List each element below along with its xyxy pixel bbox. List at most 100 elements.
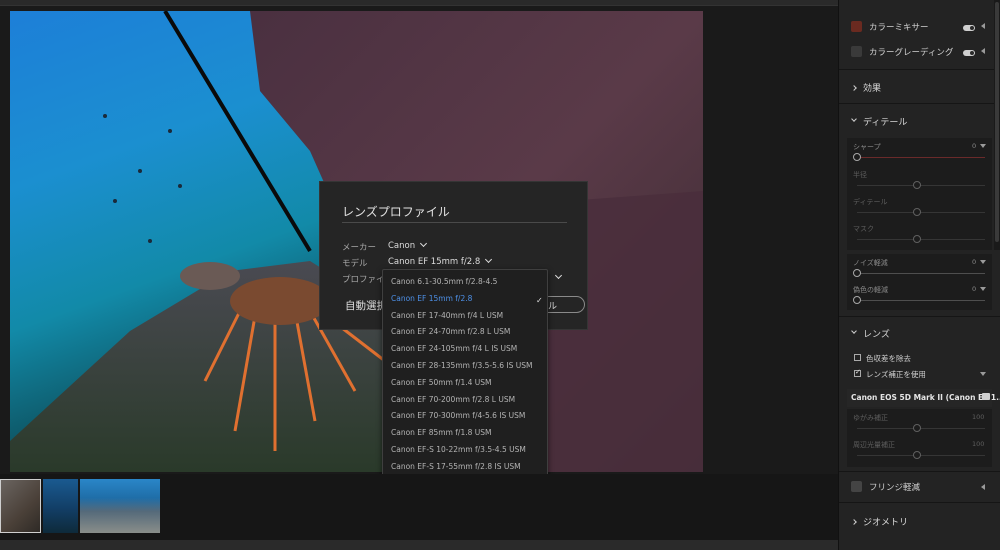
thumbnail[interactable] (43, 479, 78, 533)
dropdown-item[interactable]: Canon EF 24-105mm f/4 L IS USM (391, 344, 517, 353)
dropdown-item[interactable]: Canon EF 70-300mm f/4-5.6 IS USM (391, 411, 525, 420)
edit-panel: カラーミキサー カラーグレーディング 効果 ディテール シャープ 0 半径 ディ… (838, 0, 1000, 550)
vignette-value: 100 (972, 440, 985, 448)
fringe-icon (851, 481, 862, 492)
geometry-section-header[interactable]: ジオメトリ (863, 515, 908, 528)
model-select[interactable]: Canon EF 15mm f/2.8 (388, 255, 493, 267)
color-grading-label[interactable]: カラーグレーディング (869, 46, 953, 58)
collapse-arrow-icon[interactable] (981, 484, 985, 490)
dropdown-item-selected[interactable]: Canon EF 15mm f/2.8 (391, 294, 472, 303)
color-mixer-icon (851, 21, 862, 32)
chevron-right-icon[interactable] (851, 519, 857, 525)
effects-section-header[interactable]: 効果 (863, 81, 881, 94)
remove-ca-label: 色収差を除去 (866, 354, 911, 363)
noise-value[interactable]: 0 (972, 258, 976, 266)
radius-label: 半径 (853, 171, 867, 179)
divider (839, 471, 1000, 472)
chevron-right-icon[interactable] (851, 85, 857, 91)
top-toolbar (0, 0, 838, 6)
color-grading-icon (851, 46, 862, 57)
dropdown-item[interactable]: Canon EF 17-40mm f/4 L USM (391, 311, 503, 320)
check-icon: ✓ (536, 296, 543, 305)
dropdown-item[interactable]: Canon EF 24-70mm f/2.8 L USM (391, 327, 510, 336)
dropdown-arrow-icon[interactable] (980, 260, 986, 264)
model-value: Canon EF 15mm f/2.8 (388, 257, 481, 267)
chevron-down-icon[interactable] (851, 328, 857, 334)
distortion-value: 100 (972, 413, 985, 421)
dropdown-arrow-icon[interactable] (980, 372, 986, 376)
sharpen-label: シャープ (853, 143, 881, 151)
thumbnail-selected[interactable] (0, 479, 41, 533)
camera-profile-label: Canon EOS 5D Mark II (Canon EF 1... (851, 393, 1000, 402)
divider (839, 103, 1000, 104)
sharpen-slider-track[interactable] (857, 157, 985, 158)
color-noise-label: 偽色の軽減 (853, 286, 888, 294)
noise-sliders: ノイズ軽減 0 偽色の軽減 0 (847, 254, 992, 310)
detail-sliders: シャープ 0 半径 ディテール マスク (847, 138, 992, 250)
color-noise-slider-handle[interactable] (853, 296, 861, 304)
dropdown-item[interactable]: Canon EF 85mm f/1.8 USM (391, 428, 492, 437)
dropdown-item[interactable]: Canon EF 50mm f/1.4 USM (391, 378, 492, 387)
dropdown-item[interactable]: Canon EF 70-200mm f/2.8 L USM (391, 395, 515, 404)
enable-profile-checkbox[interactable] (854, 368, 861, 377)
chevron-down-icon (485, 255, 493, 264)
dialog-divider (342, 222, 567, 223)
remove-ca-checkbox[interactable] (854, 354, 861, 361)
thumbnail[interactable] (80, 479, 160, 533)
divider (839, 316, 1000, 317)
dropdown-item[interactable]: Canon EF-S 10-22mm f/3.5-4.5 USM (391, 445, 526, 454)
radius-slider-handle[interactable] (913, 181, 921, 189)
noise-slider-handle[interactable] (853, 269, 861, 277)
chevron-down-icon[interactable] (851, 116, 857, 122)
camera-icon[interactable] (982, 393, 990, 400)
collapse-arrow-icon[interactable] (981, 23, 985, 29)
model-label: モデル (342, 259, 368, 269)
dropdown-arrow-icon[interactable] (980, 287, 986, 291)
sharpen-value[interactable]: 0 (972, 142, 976, 150)
vignette-slider-track[interactable] (857, 455, 985, 456)
noise-label: ノイズ軽減 (853, 259, 888, 267)
dropdown-arrow-icon[interactable] (980, 144, 986, 148)
detail-slider-track[interactable] (857, 212, 985, 213)
maker-select[interactable]: Canon (388, 239, 428, 251)
divider (839, 69, 1000, 70)
auto-select-label: 自動選択 (345, 300, 387, 312)
mask-slider-handle[interactable] (913, 235, 921, 243)
lens-sliders: ゆがみ補正 100 周辺光量補正 100 (847, 409, 992, 467)
divider (839, 502, 1000, 503)
vignette-label: 周辺光量補正 (853, 441, 895, 449)
color-grading-toggle[interactable] (963, 50, 975, 56)
vignette-slider-handle[interactable] (913, 451, 921, 459)
sharpen-slider-handle[interactable] (853, 153, 861, 161)
chevron-down-icon[interactable] (554, 271, 563, 280)
camera-profile-bar[interactable]: Canon EOS 5D Mark II (Canon EF 1... (847, 389, 1000, 407)
lens-section-header[interactable]: レンズ (863, 327, 890, 340)
fringe-label[interactable]: フリンジ軽減 (869, 481, 920, 493)
bottom-bar (0, 540, 838, 550)
mask-slider-track[interactable] (857, 239, 985, 240)
detail-sub-label: ディテール (853, 198, 888, 206)
dropdown-item[interactable]: Canon EF 28-135mm f/3.5-5.6 IS USM (391, 361, 533, 370)
noise-slider-track[interactable] (857, 273, 985, 274)
dropdown-item[interactable]: Canon 6.1-30.5mm f/2.8-4.5 (391, 277, 497, 286)
color-noise-slider-track[interactable] (857, 300, 985, 301)
mask-label: マスク (853, 225, 874, 233)
enable-profile-label: レンズ補正を使用 (866, 370, 926, 379)
color-noise-value[interactable]: 0 (972, 285, 976, 293)
detail-section-header[interactable]: ディテール (863, 115, 907, 128)
dropdown-item[interactable]: Canon EF-S 17-55mm f/2.8 IS USM (391, 462, 521, 471)
chevron-down-icon (420, 239, 428, 248)
collapse-arrow-icon[interactable] (981, 48, 985, 54)
filmstrip (0, 474, 838, 540)
dialog-button[interactable]: ル (548, 296, 585, 313)
color-mixer-toggle[interactable] (963, 25, 975, 31)
detail-slider-handle[interactable] (913, 208, 921, 216)
distortion-label: ゆがみ補正 (853, 414, 888, 422)
maker-value: Canon (388, 241, 416, 251)
distortion-slider-track[interactable] (857, 428, 985, 429)
maker-label: メーカー (342, 243, 377, 253)
distortion-slider-handle[interactable] (913, 424, 921, 432)
radius-slider-track[interactable] (857, 185, 985, 186)
color-mixer-label[interactable]: カラーミキサー (869, 21, 929, 33)
panel-scrollbar-thumb[interactable] (995, 2, 999, 242)
